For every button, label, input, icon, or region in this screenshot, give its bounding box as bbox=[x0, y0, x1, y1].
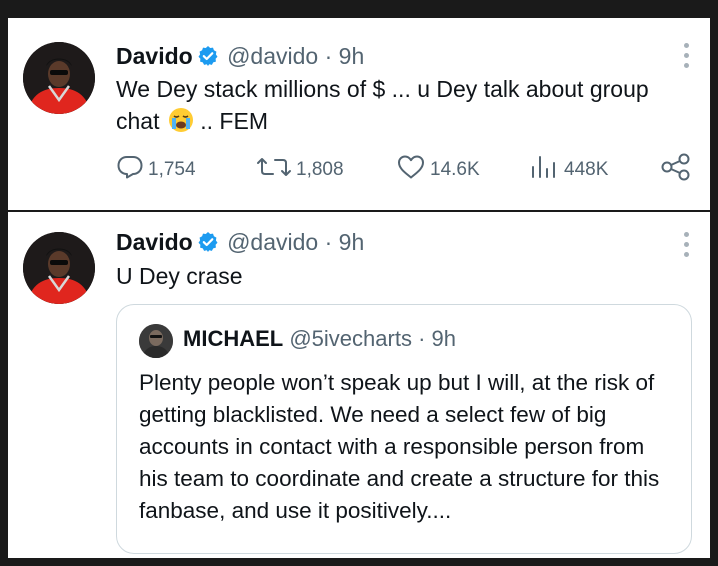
tweet-text-fragment: .. FEM bbox=[200, 108, 268, 134]
views-icon bbox=[530, 153, 564, 187]
display-name[interactable]: Davido bbox=[116, 229, 193, 255]
quote-header: MICHAEL @5ivecharts · 9h bbox=[183, 325, 456, 353]
handle[interactable]: @davido bbox=[227, 43, 318, 69]
verified-badge-icon bbox=[197, 45, 219, 73]
repost-button[interactable]: 1,808 bbox=[256, 153, 344, 187]
tweet-text-line: We Dey stack millions of $ ... u Dey tal… bbox=[116, 76, 649, 102]
tweet-text-fragment: chat bbox=[116, 108, 160, 134]
tweet-card[interactable]: Davido @davido · 9h We Dey stack million… bbox=[8, 18, 710, 210]
handle[interactable]: @davido bbox=[227, 229, 318, 255]
like-icon bbox=[396, 153, 430, 187]
tweet-text: We Dey stack millions of $ ... u Dey tal… bbox=[116, 73, 696, 141]
timestamp[interactable]: 9h bbox=[339, 43, 365, 69]
separator: · bbox=[324, 229, 333, 255]
verified-badge-icon bbox=[197, 231, 219, 259]
reply-icon bbox=[116, 153, 148, 187]
share-button[interactable] bbox=[660, 153, 696, 187]
quote-avatar[interactable] bbox=[139, 324, 173, 358]
tweet-card[interactable]: Davido @davido · 9h U Dey crase MICHAEL … bbox=[8, 212, 710, 558]
share-icon bbox=[660, 153, 696, 187]
display-name[interactable]: Davido bbox=[116, 43, 193, 69]
tweet-text: U Dey crase bbox=[116, 263, 243, 289]
quote-timestamp[interactable]: 9h bbox=[432, 326, 456, 351]
views-count: 448K bbox=[564, 159, 609, 180]
tweet-header: Davido @davido · 9h bbox=[116, 228, 364, 259]
like-button[interactable]: 14.6K bbox=[396, 153, 480, 187]
more-options-icon[interactable] bbox=[684, 232, 690, 257]
separator: · bbox=[324, 43, 333, 69]
repost-icon bbox=[256, 153, 296, 187]
crying-face-emoji-icon bbox=[168, 107, 194, 141]
quoted-tweet[interactable]: MICHAEL @5ivecharts · 9h Plenty people w… bbox=[116, 304, 692, 554]
views-button[interactable]: 448K bbox=[530, 153, 608, 187]
avatar[interactable] bbox=[23, 42, 95, 114]
repost-count: 1,808 bbox=[296, 159, 344, 180]
action-bar: 1,754 1,808 14.6K 448K bbox=[116, 153, 696, 189]
avatar[interactable] bbox=[23, 232, 95, 304]
reply-button[interactable]: 1,754 bbox=[116, 153, 196, 187]
quote-display-name[interactable]: MICHAEL bbox=[183, 326, 283, 351]
more-options-icon[interactable] bbox=[684, 43, 690, 68]
like-count: 14.6K bbox=[430, 159, 480, 180]
tweet-header: Davido @davido · 9h bbox=[116, 42, 364, 73]
separator: · bbox=[418, 326, 426, 351]
quote-text: Plenty people won’t speak up but I will,… bbox=[139, 370, 660, 523]
reply-count: 1,754 bbox=[148, 159, 196, 180]
tweet-text-line: chat .. FEM bbox=[116, 105, 696, 141]
quote-handle[interactable]: @5ivecharts bbox=[289, 326, 412, 351]
timestamp[interactable]: 9h bbox=[339, 229, 365, 255]
